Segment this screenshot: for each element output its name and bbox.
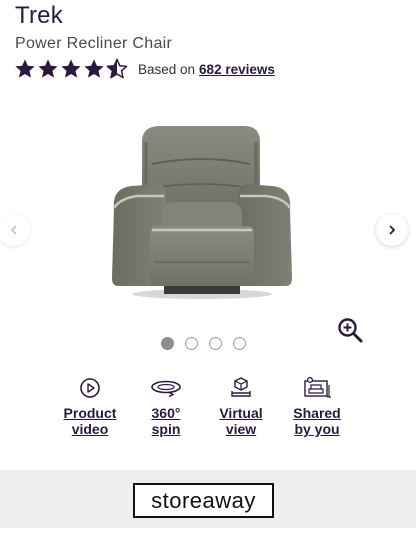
- product-title: Trek: [15, 2, 63, 29]
- feature-label: 360°: [151, 405, 181, 421]
- star-half-icon: [106, 58, 128, 79]
- star-icon: [38, 59, 58, 78]
- zoom-in-icon[interactable]: [337, 317, 363, 343]
- pagination-dot-1[interactable]: [161, 337, 174, 350]
- virtual-view-link[interactable]: Virtual view: [201, 377, 281, 437]
- product-subtitle: Power Recliner Chair: [15, 35, 173, 52]
- feature-label: spin: [151, 421, 181, 437]
- star-icon: [15, 59, 35, 78]
- rotate-360-icon: [151, 380, 181, 398]
- recliner-chair-image: [112, 126, 292, 299]
- ar-cube-icon: [231, 377, 251, 397]
- chevron-right-icon: [389, 225, 396, 235]
- play-icon: [80, 378, 100, 398]
- star-icon: [61, 59, 81, 78]
- media-features: Product video 360° spin Virtual view Sha…: [0, 377, 416, 447]
- reviews-link[interactable]: 682 reviews: [199, 62, 275, 77]
- chevron-left-icon: [10, 225, 17, 235]
- logo-text: storeaway: [151, 487, 256, 513]
- pagination-dot-3[interactable]: [209, 337, 222, 350]
- feature-label: Virtual: [219, 405, 263, 421]
- rating-prefix: Based on: [138, 61, 196, 77]
- star-icon: [84, 59, 104, 78]
- feature-label: Shared: [293, 405, 341, 421]
- product-video-link[interactable]: Product video: [50, 377, 130, 437]
- feature-label: Product: [63, 405, 117, 421]
- photo-sofa-icon: [304, 377, 331, 398]
- previous-image-button[interactable]: [0, 214, 30, 246]
- feature-label: video: [71, 421, 109, 437]
- promo-banner[interactable]: storeaway: [0, 470, 416, 528]
- product-gallery[interactable]: [0, 100, 416, 343]
- star-rating: [14, 58, 128, 80]
- gallery-pagination: [161, 337, 246, 350]
- rating-row: Based on 682 reviews: [14, 57, 275, 81]
- feature-label: by you: [294, 421, 340, 437]
- feature-label: view: [225, 421, 257, 437]
- storeaway-logo: storeaway: [133, 483, 274, 518]
- next-image-button[interactable]: [376, 214, 408, 246]
- shared-by-you-link[interactable]: Shared by you: [277, 377, 357, 437]
- spin-360-link[interactable]: 360° spin: [126, 377, 206, 437]
- pagination-dot-2[interactable]: [185, 337, 198, 350]
- pagination-dot-4[interactable]: [233, 337, 246, 350]
